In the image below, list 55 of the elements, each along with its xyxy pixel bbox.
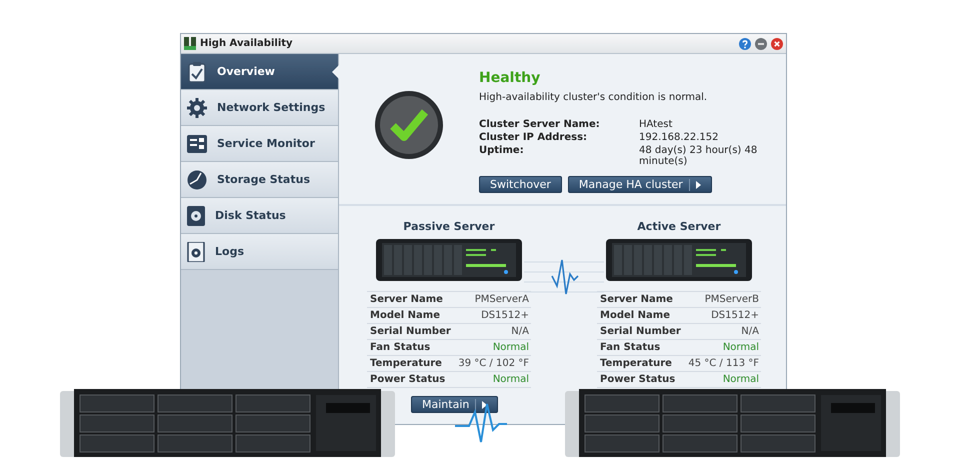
sidebar-item[interactable]: Disk Status (181, 198, 338, 234)
status-value: Normal (722, 374, 759, 385)
property-value: N/A (511, 326, 529, 337)
gear-icon (187, 98, 207, 118)
menu-button[interactable]: Manage HA cluster (568, 176, 712, 193)
property-label: Serial Number (370, 326, 451, 337)
status-value: Normal (722, 342, 759, 353)
status-value: Normal (492, 374, 529, 385)
sidebar-item[interactable]: Overview (181, 54, 338, 90)
property-label: Model Name (370, 310, 440, 321)
property-label: Temperature (370, 358, 442, 369)
menu-button[interactable]: Maintain (411, 396, 498, 413)
monitor-panel-icon (187, 134, 207, 152)
property-value: PMServerB (704, 294, 759, 305)
checkmark-badge-icon (374, 90, 444, 160)
sidebar-item[interactable]: Storage Status (181, 162, 338, 198)
field-value: HAtest (639, 119, 674, 130)
server-title: Active Server (637, 220, 721, 233)
property-label: Fan Status (370, 342, 430, 353)
app-logo-icon (184, 37, 196, 50)
property-label: Temperature (600, 358, 672, 369)
health-status: Healthy (479, 70, 542, 86)
property-value: N/A (741, 326, 759, 337)
property-value: DS1512+ (711, 310, 759, 321)
property-value: 39 °C / 102 °F (458, 358, 529, 369)
field-value: 48 day(s) 23 hour(s) 48 minute(s) (639, 145, 758, 167)
property-value: 45 °C / 113 °F (688, 358, 759, 369)
caret-icon (482, 400, 488, 408)
window-title: High Availability (200, 38, 294, 49)
sidebar-item[interactable]: Network Settings (181, 90, 338, 126)
server-title: Passive Server (403, 220, 495, 233)
field-label: Cluster IP Address: (479, 132, 588, 143)
property-value: DS1512+ (481, 310, 529, 321)
sidebar-item[interactable]: Service Monitor (181, 126, 338, 162)
property-label: Server Name (370, 294, 443, 305)
property-label: Server Name (600, 294, 673, 305)
minimize-icon[interactable] (755, 38, 767, 50)
clipboard-check-icon (187, 60, 207, 82)
property-value: PMServerA (474, 294, 529, 305)
property-label: Fan Status (600, 342, 660, 353)
field-value: 192.168.22.152 (639, 132, 720, 143)
property-label: Power Status (600, 374, 676, 385)
field-label: Uptime: (479, 145, 525, 158)
sidebar-item[interactable]: Logs (181, 234, 338, 270)
close-icon[interactable] (771, 38, 783, 50)
field-label: Cluster Server Name: (479, 119, 601, 130)
caret-icon (696, 180, 701, 188)
help-icon[interactable] (739, 38, 751, 50)
action-button[interactable]: Switchover (479, 176, 562, 193)
status-value: Normal (492, 342, 529, 353)
property-label: Serial Number (600, 326, 681, 337)
pie-gauge-icon (187, 170, 207, 190)
property-label: Power Status (370, 374, 446, 385)
property-label: Model Name (600, 310, 670, 321)
status-message: High-availability cluster's condition is normal. (479, 92, 708, 103)
